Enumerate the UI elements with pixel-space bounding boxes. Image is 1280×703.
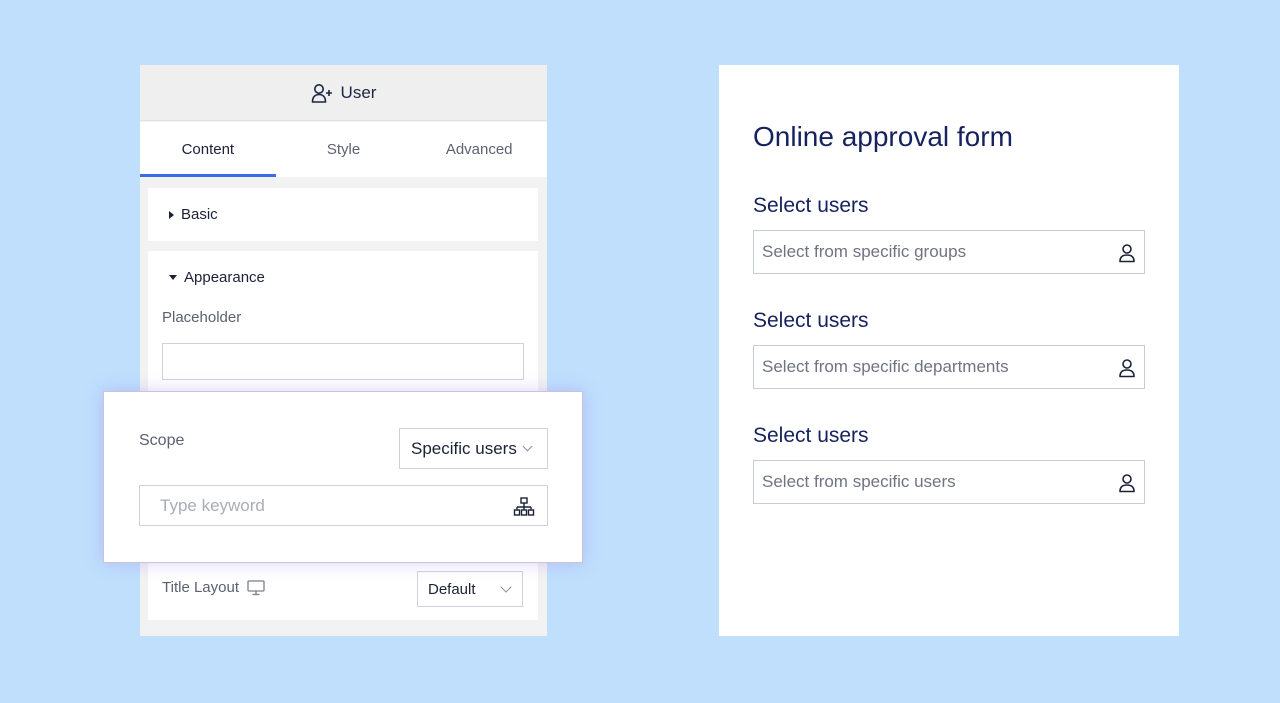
basic-section: Basic (148, 188, 538, 241)
tab-bar: Content Style Advanced (140, 122, 547, 177)
keyword-search-field (139, 485, 548, 526)
user-select-input[interactable] (762, 357, 1102, 377)
tab-content[interactable]: Content (140, 122, 276, 177)
user-select-field (753, 345, 1145, 389)
tab-advanced[interactable]: Advanced (411, 122, 547, 177)
appearance-section-toggle[interactable]: Appearance (169, 269, 265, 286)
caret-down-icon (169, 275, 177, 280)
scope-selected-value: Specific users (411, 438, 517, 458)
user-select-field (753, 460, 1145, 504)
user-select-field (753, 230, 1145, 274)
desktop-icon (247, 579, 265, 595)
field-label: Select users (753, 424, 869, 447)
title-layout-select[interactable]: Default (417, 571, 523, 607)
tab-style[interactable]: Style (276, 122, 412, 177)
basic-section-title: Basic (181, 206, 218, 223)
person-icon[interactable] (1118, 358, 1136, 378)
chevron-down-icon (522, 441, 533, 452)
org-chart-icon[interactable] (513, 496, 535, 518)
title-layout-value: Default (428, 580, 476, 598)
scope-label: Scope (139, 432, 185, 449)
title-layout-section: Title Layout Default (148, 561, 538, 620)
caret-right-icon (169, 210, 174, 219)
user-select-input[interactable] (762, 242, 1102, 262)
person-icon[interactable] (1118, 473, 1136, 493)
panel-title: User (340, 82, 377, 102)
basic-section-toggle[interactable]: Basic (169, 206, 218, 223)
approval-form-card: Online approval form Select users Select… (719, 65, 1179, 636)
panel-header: User (140, 65, 547, 121)
title-layout-label: Title Layout (162, 579, 239, 596)
field-label: Select users (753, 309, 869, 332)
scope-popup: Scope Specific users (103, 391, 583, 563)
title-layout-row: Title Layout (162, 579, 265, 596)
appearance-section-title: Appearance (184, 269, 265, 286)
placeholder-label: Placeholder (162, 309, 242, 326)
chevron-down-icon (500, 581, 512, 593)
appearance-section: Appearance Placeholder (148, 251, 538, 401)
form-title: Online approval form (753, 121, 1013, 152)
add-user-icon (311, 83, 332, 103)
keyword-input[interactable] (160, 495, 480, 516)
field-label: Select users (753, 194, 869, 217)
placeholder-input[interactable] (162, 343, 524, 380)
scope-select[interactable]: Specific users (399, 428, 548, 469)
person-icon[interactable] (1118, 243, 1136, 263)
user-select-input[interactable] (762, 472, 1102, 492)
